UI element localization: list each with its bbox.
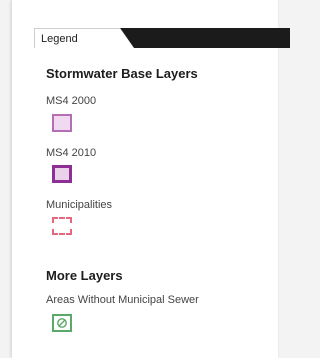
layer-label-ms4-2010: MS4 2010 [46, 147, 97, 159]
layer-label-municipalities: Municipalities [46, 199, 113, 211]
layer-label-ms4-2000: MS4 2000 [46, 95, 97, 107]
legend-tab-bar [120, 28, 290, 48]
ms4-2010-swatch [52, 165, 72, 183]
group-title-stormwater: Stormwater Base Layers [46, 66, 198, 81]
no-sewer-hatch-icon [52, 314, 72, 332]
legend-tab-row: Legend [34, 28, 290, 48]
municipalities-swatch [52, 217, 72, 235]
layer-label-no-sewer: Areas Without Municipal Sewer [46, 294, 199, 306]
legend-tab[interactable]: Legend [34, 28, 120, 48]
group-title-more-layers: More Layers [46, 268, 123, 283]
ms4-2000-swatch [52, 114, 72, 132]
